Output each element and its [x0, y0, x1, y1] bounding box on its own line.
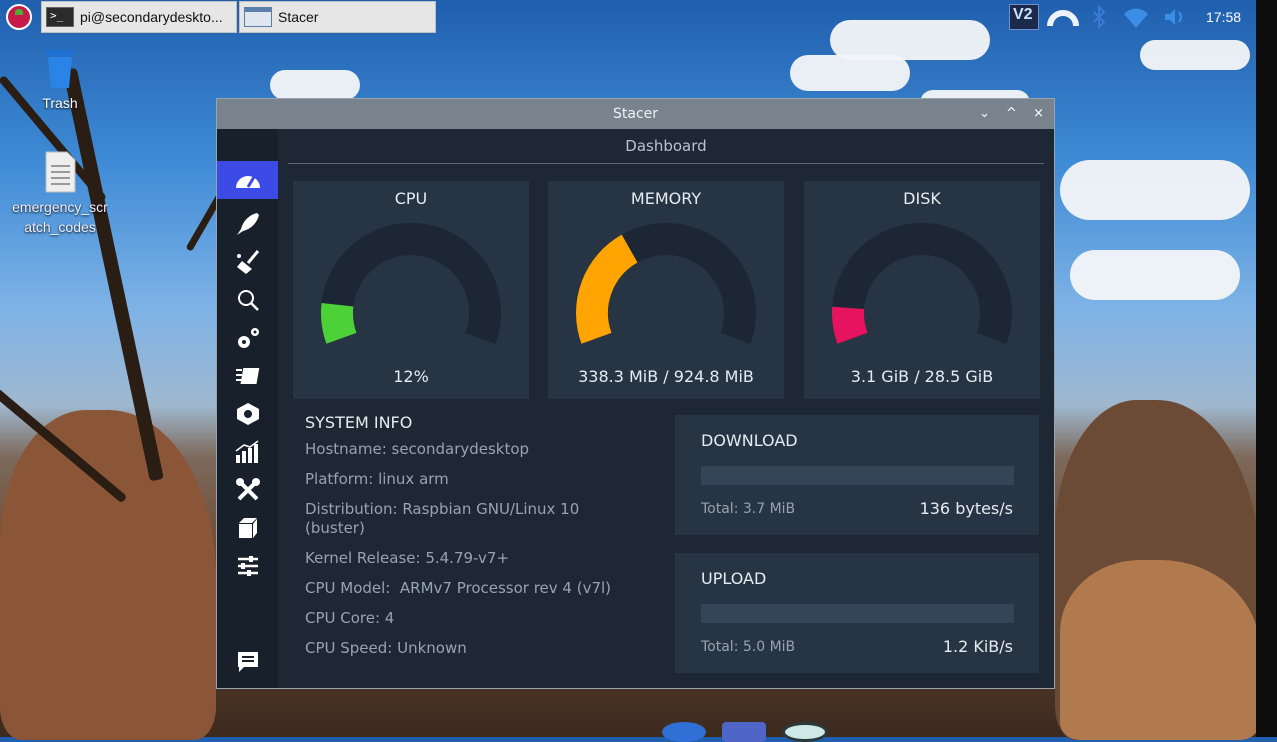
upload-speed: 1.2 KiB/s — [942, 637, 1013, 656]
sidebar-item-uninstaller[interactable] — [217, 395, 278, 433]
close-button[interactable]: × — [1033, 106, 1044, 121]
window-controls: ⌄ ^ × — [967, 99, 1044, 129]
processes-icon — [235, 368, 259, 384]
sidebar-item-services[interactable] — [217, 319, 278, 357]
disk-gauge-card: DISK 3.1 GiB / 28.5 GiB — [804, 181, 1040, 399]
screen-edge — [1256, 0, 1277, 737]
chart-icon — [235, 440, 258, 463]
taskbar-item-label: pi@secondarydeskto... — [80, 9, 223, 25]
dashboard-icon — [235, 176, 260, 188]
search-icon — [237, 290, 259, 311]
window-icon — [244, 7, 272, 27]
sidebar-item-startup-apps[interactable] — [217, 205, 278, 243]
desktop-icon-trash[interactable]: Trash — [30, 46, 90, 111]
system-info-distribution: Distribution: Raspbian GNU/Linux 10 (bus… — [305, 500, 580, 537]
gauge-value: 12% — [393, 367, 429, 386]
upload-label: UPLOAD — [701, 569, 767, 588]
taskbar-item-terminal[interactable]: >_ pi@secondarydeskto... — [41, 1, 237, 33]
dashboard-panel: Dashboard CPU 12% MEMORY 338.3 MiB / 924… — [278, 129, 1054, 688]
sidebar-item-feedback[interactable] — [217, 643, 278, 681]
download-bar — [701, 466, 1014, 485]
disk-gauge — [832, 223, 1012, 344]
raspberry-menu-icon[interactable] — [6, 4, 32, 30]
wifi-icon[interactable] — [1122, 4, 1150, 30]
maximize-button[interactable]: ^ — [1006, 106, 1017, 121]
upload-card: UPLOAD Total: 5.0 MiB 1.2 KiB/s — [675, 553, 1039, 673]
download-total: Total: 3.7 MiB — [701, 501, 796, 517]
download-label: DOWNLOAD — [701, 431, 798, 450]
system-info-cpu-core: CPU Core: 4 — [305, 609, 395, 627]
clock[interactable]: 17:58 — [1206, 0, 1241, 34]
bluetooth-icon[interactable] — [1090, 4, 1108, 30]
window-titlebar[interactable]: Stacer ⌄ ^ × — [217, 99, 1054, 129]
top-panel: >_ pi@secondarydeskto... Stacer V2 17:58 — [0, 0, 1256, 34]
cpu-gauge-card: CPU 12% — [293, 181, 529, 399]
tools-icon — [235, 478, 260, 501]
desktop-icon-label: Trash — [42, 95, 78, 111]
rocket-icon — [236, 213, 259, 235]
gauge-track — [832, 223, 1012, 344]
box-icon — [238, 518, 257, 538]
taskbar-item-stacer[interactable]: Stacer — [239, 1, 436, 33]
gears-icon — [237, 328, 259, 348]
gauge-title: MEMORY — [630, 189, 702, 208]
gauge-fill — [576, 234, 639, 344]
stacer-window: Stacer ⌄ ^ × Dashboard CPU 12% MEMORY 33… — [216, 98, 1055, 689]
system-info-platform: Platform: linux arm — [305, 470, 449, 488]
gauge-value: 338.3 MiB / 924.8 MiB — [578, 367, 754, 386]
page-title: Dashboard — [288, 129, 1044, 164]
broom-icon — [236, 250, 259, 274]
sidebar-item-apt-repository[interactable] — [217, 509, 278, 547]
gauge-fill — [832, 306, 868, 344]
memory-gauge — [576, 223, 756, 344]
desktop-icon-label: emergency_scr atch_codes — [12, 199, 108, 235]
gauge-value: 3.1 GiB / 28.5 GiB — [850, 367, 994, 386]
cpu-gauge — [321, 223, 501, 344]
sidebar-item-resources[interactable] — [217, 433, 278, 471]
system-info-hostname: Hostname: secondarydesktop — [305, 440, 530, 458]
taskbar-item-label: Stacer — [278, 9, 319, 25]
dock-item-clock-icon[interactable] — [782, 722, 828, 742]
sidebar-item-settings[interactable] — [217, 547, 278, 585]
terminal-icon: >_ — [46, 7, 74, 27]
download-card: DOWNLOAD Total: 3.7 MiB 136 bytes/s — [675, 415, 1039, 535]
vnc-icon[interactable]: V2 — [1009, 4, 1039, 30]
text-file-icon — [45, 151, 76, 193]
system-info-panel: SYSTEM INFO Hostname: secondarydesktop P… — [305, 413, 665, 669]
volume-icon[interactable] — [1162, 4, 1188, 30]
system-info-cpu-speed: CPU Speed: Unknown — [305, 639, 467, 657]
window-title: Stacer — [612, 106, 659, 122]
memory-gauge-card: MEMORY 338.3 MiB / 924.8 MiB — [548, 181, 784, 399]
sliders-icon — [237, 556, 258, 576]
gauge-fill — [321, 302, 357, 344]
package-icon — [236, 403, 259, 425]
sidebar-item-search[interactable] — [217, 281, 278, 319]
trash-icon — [46, 50, 74, 88]
sidebar-item-processes[interactable] — [217, 357, 278, 395]
upload-bar — [701, 604, 1014, 623]
gauge-title: CPU — [394, 189, 428, 208]
cpu-monitor-icon[interactable] — [1046, 4, 1080, 30]
gauge-track — [321, 223, 501, 344]
sidebar-item-dashboard[interactable] — [217, 161, 278, 199]
gauge-title: DISK — [903, 189, 941, 208]
dock-item-files-icon[interactable] — [722, 722, 766, 742]
minimize-button[interactable]: ⌄ — [979, 106, 990, 121]
sidebar-item-helpers[interactable] — [217, 471, 278, 509]
dock-item-browser-icon[interactable] — [662, 722, 706, 742]
feedback-icon — [237, 652, 258, 672]
system-info-kernel: Kernel Release: 5.4.79-v7+ — [305, 549, 510, 567]
system-info-cpu-model: CPU Model: ARMv7 Processor rev 4 (v7l) — [305, 579, 612, 597]
sidebar — [217, 129, 278, 688]
desktop-icon-emergency-scratch-codes[interactable]: emergency_scr atch_codes — [4, 150, 116, 237]
system-info-title: SYSTEM INFO — [305, 413, 413, 432]
download-speed: 136 bytes/s — [919, 499, 1013, 518]
upload-total: Total: 5.0 MiB — [701, 639, 796, 655]
sidebar-item-system-cleaner[interactable] — [217, 243, 278, 281]
